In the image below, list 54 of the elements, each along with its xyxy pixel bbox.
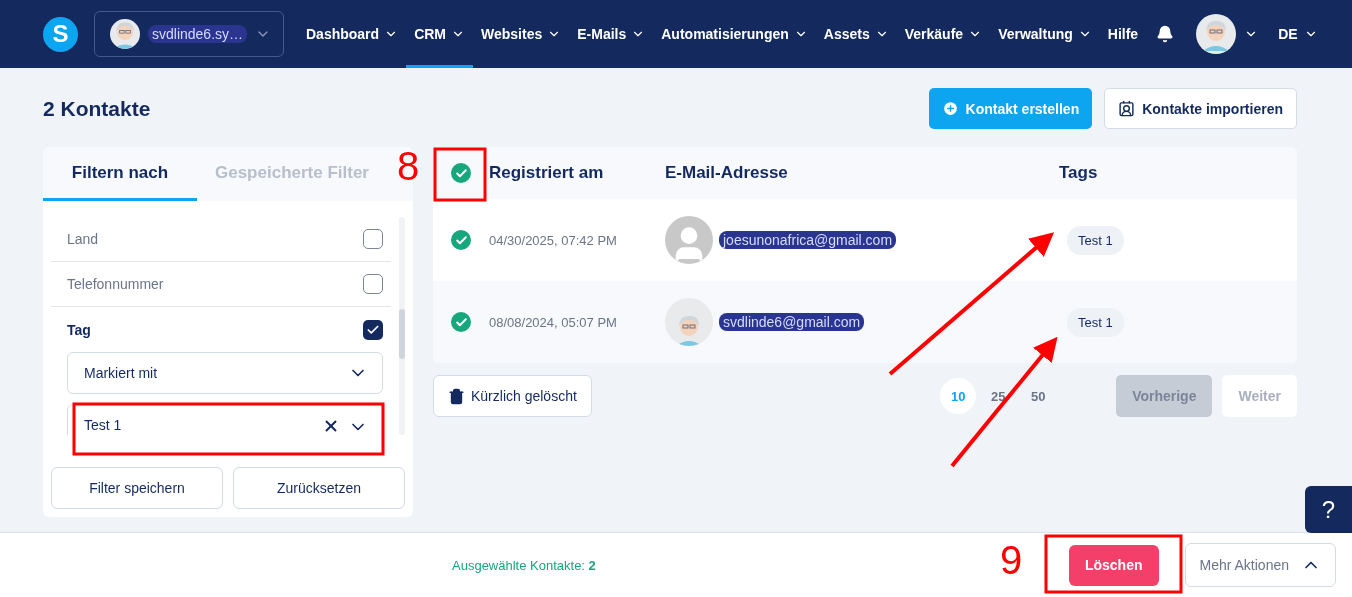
page-size-option[interactable]: 25 xyxy=(980,378,1017,414)
scrollbar[interactable] xyxy=(399,217,405,435)
column-header: E-Mail-Adresse xyxy=(665,163,789,183)
row-checkbox[interactable] xyxy=(451,312,471,332)
annotation-number: 8 xyxy=(397,146,420,186)
email-cell: svdlinde6@gmail.com xyxy=(719,313,865,331)
more-actions-button[interactable]: Mehr Aktionen xyxy=(1184,543,1336,587)
plus-circle-icon xyxy=(941,100,959,117)
check-icon xyxy=(454,315,468,329)
selected-count: Ausgewählte Kontakte: 2 xyxy=(452,557,596,573)
page-size-option[interactable]: 50 xyxy=(1020,378,1057,414)
date-cell-text: 04/30/2025, 07:42 PM xyxy=(489,232,618,248)
nav-item[interactable]: Websites xyxy=(473,0,570,68)
column-header: Tags xyxy=(1059,163,1099,183)
tag-chip: Test 1 xyxy=(1067,307,1124,337)
select-all-checkbox[interactable] xyxy=(451,163,471,183)
tag-chip: Test 1 xyxy=(1067,225,1124,255)
check-icon xyxy=(454,166,468,180)
save-filter-button[interactable]: Filter speichern xyxy=(51,467,223,509)
checkbox[interactable] xyxy=(363,274,383,294)
filter-tab[interactable]: Filtern nach xyxy=(43,147,197,201)
nav-item[interactable]: Verkäufe xyxy=(896,0,991,68)
filter-label: Land xyxy=(67,231,99,247)
email-cell: joesunonafrica@gmail.com xyxy=(719,231,897,249)
date-cell-text: 08/08/2024, 05:07 PM xyxy=(489,314,618,330)
checkbox[interactable] xyxy=(363,319,383,340)
check-icon xyxy=(454,233,468,247)
annotation-number: 9 xyxy=(1000,540,1023,580)
nav-item[interactable]: CRM xyxy=(406,0,473,68)
condition-select[interactable]: Markiert mit xyxy=(67,352,383,394)
nav-item[interactable]: Dashboard xyxy=(298,0,407,68)
checkbox[interactable] xyxy=(363,229,383,249)
nav-item[interactable]: Assets xyxy=(815,0,897,68)
page-title: 2 Kontakte xyxy=(43,96,151,121)
user-avatar[interactable] xyxy=(1196,14,1237,54)
reset-button[interactable]: Zurücksetzen xyxy=(233,467,405,509)
account-switcher[interactable]: svdlinde6.sy… xyxy=(94,11,284,57)
language-selector[interactable]: DE xyxy=(1272,25,1324,43)
delete-button[interactable]: Löschen xyxy=(1068,544,1159,586)
help-button[interactable]: ? xyxy=(1305,486,1352,533)
contact-card-icon xyxy=(1118,100,1136,117)
filter-label: Telefonnummer xyxy=(67,276,164,292)
filter-label: Tag xyxy=(67,321,91,338)
row-checkbox[interactable] xyxy=(451,230,471,250)
highlight-frame xyxy=(433,147,487,202)
import-contacts-button[interactable]: Kontakte importieren xyxy=(1104,88,1297,129)
nav-item[interactable]: E-Mails xyxy=(569,0,654,68)
nav-item[interactable]: Verwaltung xyxy=(990,0,1100,68)
recently-deleted-button[interactable]: Kürzlich gelöscht xyxy=(433,375,592,417)
nav-item[interactable]: Hilfe xyxy=(1099,0,1147,68)
nav-item[interactable]: Automatisierungen xyxy=(653,0,816,68)
notification-bell-icon[interactable] xyxy=(1156,25,1175,43)
column-header: Registriert am xyxy=(489,163,605,183)
trash-icon xyxy=(448,387,465,405)
